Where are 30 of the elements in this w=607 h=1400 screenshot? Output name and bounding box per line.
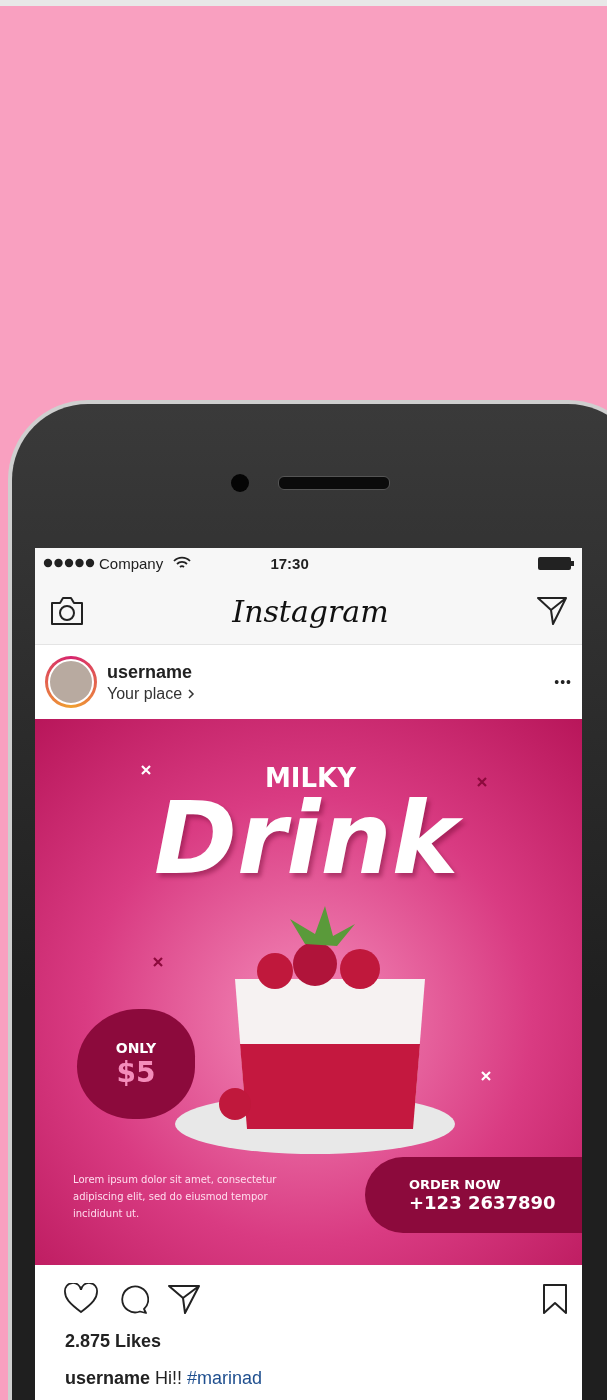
wifi-icon (173, 556, 192, 570)
ad-description: Lorem ipsum dolor sit amet, consectetur adipiscing elit, sed do eiusmod tempor incididunt ut. (73, 1173, 278, 1221)
likes-count: 2.875 Likes (64, 1330, 163, 1352)
status-time: 17:30 (269, 554, 310, 572)
phone-number: +123 2637890 (409, 1192, 557, 1213)
signal-icon (43, 558, 95, 568)
post-username[interactable]: username (107, 661, 545, 683)
send-icon[interactable] (536, 595, 568, 627)
price-label: ONLY (115, 1039, 157, 1056)
avatar-ring[interactable] (45, 656, 97, 708)
price: $5 (116, 1055, 156, 1089)
carrier-name: Company (99, 554, 164, 572)
cross-icon (153, 957, 163, 967)
post-location[interactable]: Your place (107, 684, 183, 703)
hashtag-link[interactable]: #marinad (187, 1368, 263, 1388)
bookmark-icon[interactable] (542, 1283, 568, 1315)
app-logo: Instagram (232, 593, 389, 629)
battery-icon (538, 556, 574, 570)
heart-icon[interactable] (63, 1283, 99, 1315)
cross-icon (141, 765, 151, 775)
cross-icon (481, 1071, 491, 1081)
avatar-placeholder (48, 659, 94, 705)
post-caption: username Hi!! #marinad (64, 1367, 264, 1389)
camera-icon[interactable] (49, 595, 85, 627)
more-options-button[interactable]: ••• (554, 674, 572, 690)
send-icon[interactable] (167, 1283, 201, 1315)
camera-lens (231, 474, 249, 492)
order-label: ORDER NOW (409, 1177, 502, 1192)
cross-icon (477, 777, 487, 787)
chevron-icon (188, 687, 196, 700)
